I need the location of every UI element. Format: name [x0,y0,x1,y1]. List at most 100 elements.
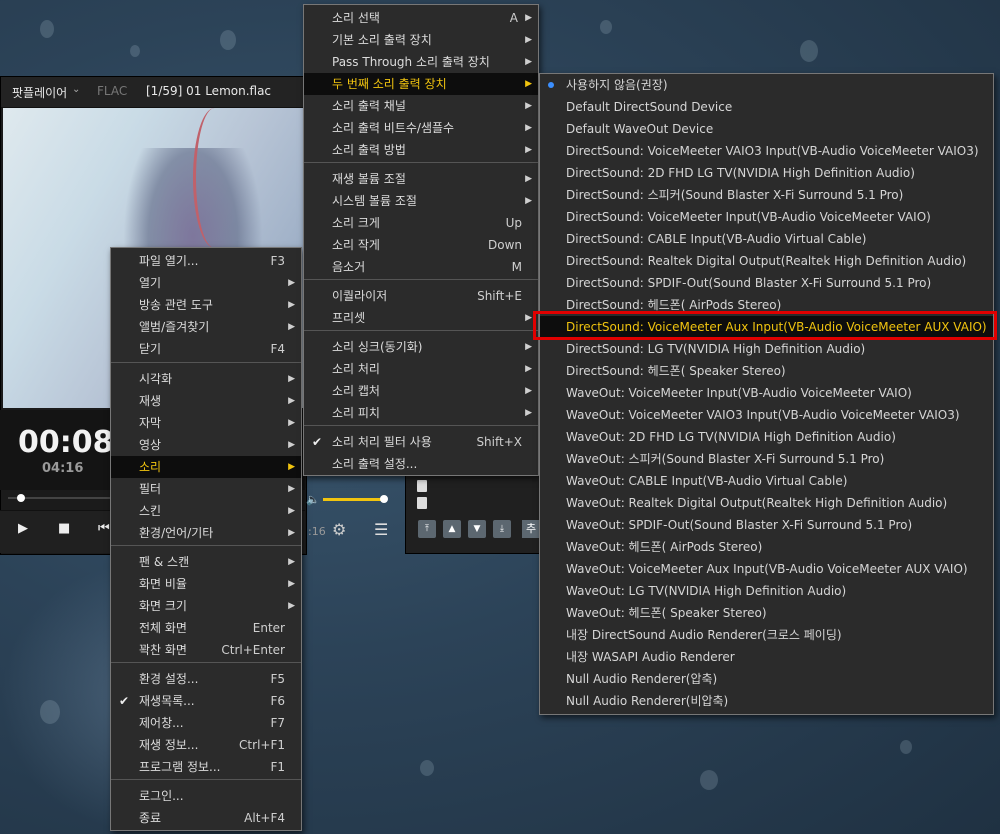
device-menu-item[interactable]: WaveOut: 헤드폰( AirPods Stereo) [540,536,993,558]
seek-handle[interactable] [16,494,25,502]
menu-item-label: 화면 크기 [139,599,187,613]
menu-item[interactable]: 소리 처리 ▶ [304,358,538,380]
device-menu-item[interactable]: DirectSound: CABLE Input(VB-Audio Virtua… [540,228,993,250]
device-menu-item[interactable]: WaveOut: 스피커(Sound Blaster X-Fi Surround… [540,448,993,470]
raindrop [420,760,434,776]
play-icon[interactable]: ▶ [18,521,28,536]
submenu-arrow-icon: ▶ [288,557,295,567]
device-menu-item[interactable]: DirectSound: 헤드폰( Speaker Stereo) [540,360,993,382]
device-menu-item[interactable]: 내장 DirectSound Audio Renderer(크로스 페이딩) [540,624,993,646]
menu-item[interactable]: 화면 크기 ▶ [111,595,301,617]
menu-item[interactable]: 앨범/즐겨찾기 ▶ [111,316,301,338]
menu-item[interactable]: 영상 ▶ [111,434,301,456]
menu-item[interactable]: 필터 ▶ [111,478,301,500]
menu-item[interactable]: 방송 관련 도구 ▶ [111,294,301,316]
menu-item-shortcut: Ctrl+Enter [221,643,285,657]
device-menu-item[interactable]: DirectSound: SPDIF-Out(Sound Blaster X-F… [540,272,993,294]
menu-item[interactable]: 시각화 ▶ [111,368,301,390]
menu-item[interactable]: 화면 비율 ▶ [111,573,301,595]
menu-item[interactable]: 소리 캡처 ▶ [304,380,538,402]
submenu-arrow-icon: ▶ [525,313,532,323]
menu-item[interactable]: 소리 크게 Up [304,212,538,234]
volume-handle[interactable] [379,495,388,503]
menu-item-label: 환경 설정... [139,672,199,686]
menu-item[interactable]: 이퀄라이저 Shift+E [304,285,538,307]
menu-item[interactable]: 시스템 볼륨 조절 ▶ [304,190,538,212]
device-menu-item[interactable]: WaveOut: VoiceMeeter Input(VB-Audio Voic… [540,382,993,404]
volume-slider[interactable] [323,498,387,501]
menu-item[interactable]: 프리셋 ▶ [304,307,538,329]
device-menu-item[interactable]: Default WaveOut Device [540,118,993,140]
device-menu-item[interactable]: 내장 WASAPI Audio Renderer [540,646,993,668]
menu-item[interactable]: 환경/언어/기타 ▶ [111,522,301,544]
menu-item[interactable]: 기본 소리 출력 장치 ▶ [304,29,538,51]
menu-item[interactable]: 재생 ▶ [111,390,301,412]
device-label: DirectSound: Realtek Digital Output(Real… [566,254,967,268]
menu-item[interactable]: 소리 작게 Down [304,234,538,256]
menu-item[interactable]: 전체 화면 Enter [111,617,301,639]
menu-item[interactable]: 꽉찬 화면 Ctrl+Enter [111,639,301,661]
device-menu-item[interactable]: Default DirectSound Device [540,96,993,118]
menu-item[interactable]: 자막 ▶ [111,412,301,434]
submenu-arrow-icon: ▶ [288,396,295,406]
menu-item[interactable]: 소리 출력 설정... [304,453,538,475]
device-menu-item[interactable]: Null Audio Renderer(압축) [540,668,993,690]
device-menu-item[interactable]: WaveOut: LG TV(NVIDIA High Definition Au… [540,580,993,602]
device-menu-item[interactable]: DirectSound: VoiceMeeter Input(VB-Audio … [540,206,993,228]
menu-item[interactable]: 제어창... F7 [111,712,301,734]
menu-item-shortcut: F4 [270,342,285,356]
menu-item[interactable]: 파일 열기... F3 [111,250,301,272]
device-menu-item[interactable]: WaveOut: SPDIF-Out(Sound Blaster X-Fi Su… [540,514,993,536]
move-up-button[interactable]: ▲ [443,520,461,538]
submenu-arrow-icon: ▶ [525,13,532,23]
device-menu-item[interactable]: WaveOut: VoiceMeeter VAIO3 Input(VB-Audi… [540,404,993,426]
menu-item[interactable]: 소리 선택 A ▶ [304,7,538,29]
player-brand-menu[interactable]: 팟플레이어 [12,84,67,101]
menu-item[interactable]: 환경 설정... F5 [111,668,301,690]
menu-item-shortcut: Shift+E [477,289,522,303]
menu-item[interactable]: 재생 볼륨 조절 ▶ [304,168,538,190]
menu-item[interactable]: 스킨 ▶ [111,500,301,522]
device-menu-item[interactable]: DirectSound: 스피커(Sound Blaster X-Fi Surr… [540,184,993,206]
chevron-down-icon[interactable]: ⌄ [72,84,80,95]
volume-icon[interactable]: 🔈 [306,493,320,506]
device-menu-item[interactable]: WaveOut: VoiceMeeter Aux Input(VB-Audio … [540,558,993,580]
menu-item[interactable]: 로그인... [111,785,301,807]
playlist-toggle-icon[interactable]: ☰ [374,520,388,539]
menu-item[interactable]: 닫기 F4 [111,338,301,360]
device-menu-item[interactable]: WaveOut: 헤드폰( Speaker Stereo) [540,602,993,624]
playlist-add-button[interactable]: 추 [522,520,540,538]
menu-item[interactable]: 소리 싱크(동기화) ▶ [304,336,538,358]
menu-item[interactable]: 음소거 M [304,256,538,278]
device-menu-item[interactable]: DirectSound: VoiceMeeter VAIO3 Input(VB-… [540,140,993,162]
menu-item[interactable]: 팬 & 스캔 ▶ [111,551,301,573]
menu-item[interactable]: 두 번째 소리 출력 장치 ▶ [304,73,538,95]
device-menu-item[interactable]: DirectSound: Realtek Digital Output(Real… [540,250,993,272]
menu-item[interactable]: 프로그램 정보... F1 [111,756,301,778]
device-menu-item[interactable]: WaveOut: 2D FHD LG TV(NVIDIA High Defini… [540,426,993,448]
menu-item[interactable]: 종료 Alt+F4 [111,807,301,829]
menu-item[interactable]: 재생 정보... Ctrl+F1 [111,734,301,756]
gear-icon[interactable]: ⚙ [332,520,346,539]
menu-item[interactable]: 소리 출력 방법 ▶ [304,139,538,161]
device-menu-item[interactable]: 사용하지 않음(권장) [540,74,993,96]
menu-item[interactable]: 소리 출력 비트수/샘플수 ▶ [304,117,538,139]
menu-item[interactable]: ✔ 소리 처리 필터 사용 Shift+X [304,431,538,453]
menu-item[interactable]: Pass Through 소리 출력 장치 ▶ [304,51,538,73]
device-menu-item[interactable]: WaveOut: Realtek Digital Output(Realtek … [540,492,993,514]
submenu-arrow-icon: ▶ [525,196,532,206]
move-top-button[interactable]: ⤒ [418,520,436,538]
device-menu-item[interactable]: DirectSound: LG TV(NVIDIA High Definitio… [540,338,993,360]
move-bottom-button[interactable]: ⤓ [493,520,511,538]
menu-item[interactable]: 열기 ▶ [111,272,301,294]
menu-item[interactable]: 소리 출력 채널 ▶ [304,95,538,117]
menu-item[interactable]: 소리 피치 ▶ [304,402,538,424]
device-menu-item[interactable]: WaveOut: CABLE Input(VB-Audio Virtual Ca… [540,470,993,492]
stop-icon[interactable]: ■ [58,521,70,536]
menu-item[interactable]: 소리 ▶ [111,456,301,478]
move-down-button[interactable]: ▼ [468,520,486,538]
menu-item[interactable]: ✔ 재생목록... F6 [111,690,301,712]
device-menu-item[interactable]: DirectSound: 2D FHD LG TV(NVIDIA High De… [540,162,993,184]
previous-icon[interactable]: ⏮ [98,521,110,536]
device-menu-item[interactable]: Null Audio Renderer(비압축) [540,690,993,712]
